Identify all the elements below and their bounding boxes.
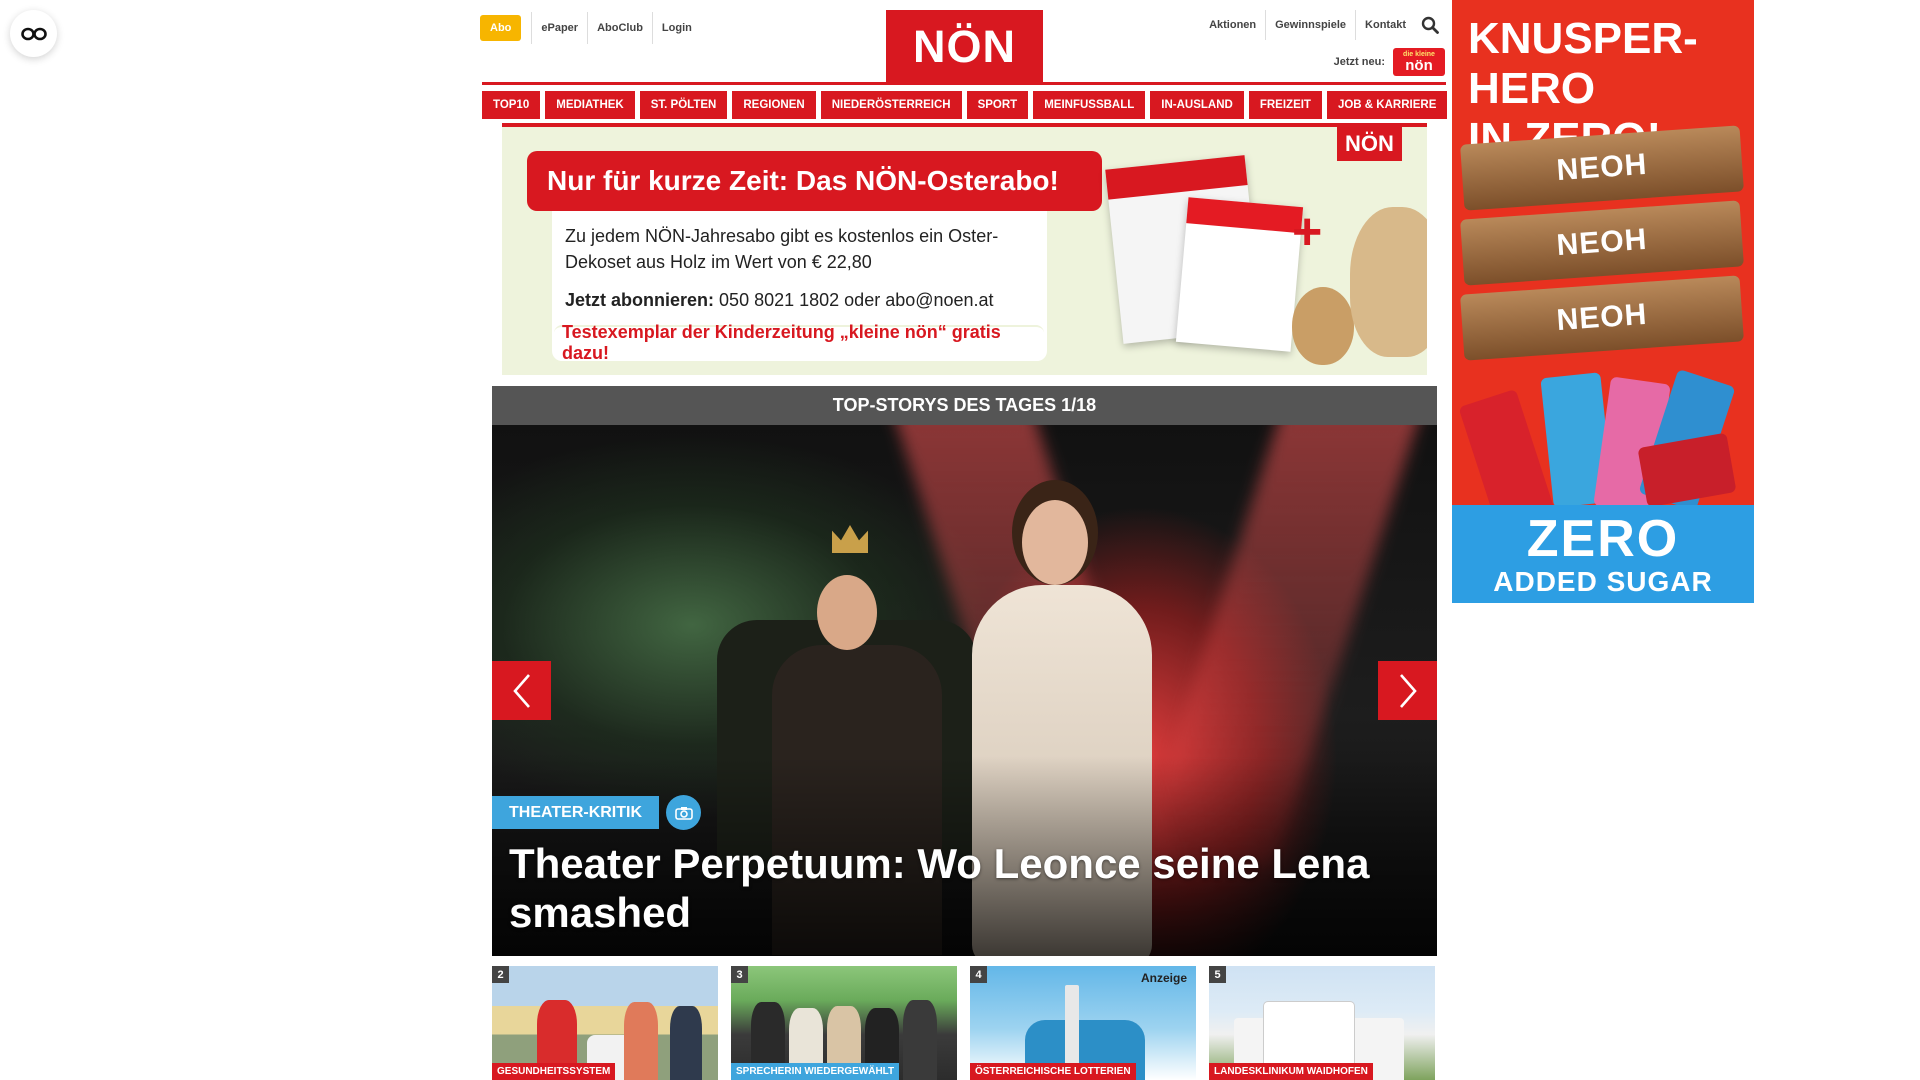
osterabo-promo-banner[interactable]: Nur für kurze Zeit: Das NÖN-Osterabo! Zu… <box>502 123 1427 375</box>
nav-niederoesterreich[interactable]: NIEDERÖSTERREICH <box>820 91 962 119</box>
nav-freizeit[interactable]: FREIZEIT <box>1248 91 1322 119</box>
promo-footer: Testexemplar der Kinderzeitung „kleine n… <box>554 322 1044 363</box>
thumb-person <box>670 1006 702 1080</box>
gewinnspiele-link[interactable]: Gewinnspiele <box>1265 10 1355 40</box>
promo-plus: + <box>1292 203 1323 261</box>
nav-in-ausland[interactable]: IN-AUSLAND <box>1150 91 1244 119</box>
aktionen-link[interactable]: Aktionen <box>1200 10 1265 40</box>
promo-logo: NÖN <box>1337 127 1402 161</box>
neoh-bar: NEOH <box>1460 200 1744 286</box>
thumb-category: LANDESKLINIKUM WAIDHOFEN <box>1209 1063 1373 1080</box>
thumb-number: 5 <box>1209 966 1226 983</box>
nav-meinfussball[interactable]: MEINFUSSBALL <box>1033 91 1146 119</box>
slider-next-button[interactable] <box>1378 661 1437 720</box>
chevron-left-icon <box>512 673 530 708</box>
thumb-person <box>624 1002 658 1080</box>
hero-headline[interactable]: Theater Perpetuum: Wo Leonce seine Lena … <box>509 839 1424 937</box>
story-thumb[interactable]: 5 LANDESKLINIKUM WAIDHOFEN <box>1209 966 1435 1080</box>
hero-actress-head <box>1022 500 1088 585</box>
site-header: Abo ePaper AboClub Login NÖN Aktionen Ge… <box>480 10 1445 83</box>
hero-actor-head <box>817 575 877 650</box>
chevron-right-icon <box>1399 673 1417 708</box>
main-navigation: TOP10 MEDIATHEK ST. PÖLTEN REGIONEN NIED… <box>482 91 1448 119</box>
thumb-number: 4 <box>970 966 987 983</box>
hero-story[interactable]: THEATER-KRITIK Theater Perpetuum: Wo Leo… <box>492 425 1437 956</box>
promo-cta-contact: 050 8021 1802 oder abo@noen.at <box>719 290 994 310</box>
thumb-number: 2 <box>492 966 509 983</box>
story-thumb[interactable]: 3 SPRECHERIN WIEDERGEWÄHLT <box>731 966 957 1080</box>
header-right-links: Aktionen Gewinnspiele Kontakt <box>1200 10 1445 40</box>
thumb-category: SPRECHERIN WIEDERGEWÄHLT <box>731 1063 900 1080</box>
ad-sugar-label: ADDED SUGAR <box>1493 566 1713 597</box>
promo-headline: Nur für kurze Zeit: Das NÖN-Osterabo! <box>527 151 1102 211</box>
kleine-noen-big: nön <box>1405 57 1433 74</box>
neoh-bar-label: NEOH <box>1555 297 1649 338</box>
wooden-egg-image <box>1292 287 1354 365</box>
slider-prev-button[interactable] <box>492 661 551 720</box>
neoh-packs <box>1452 368 1754 532</box>
aboclub-link[interactable]: AboClub <box>587 12 652 44</box>
wooden-bunny-image <box>1350 207 1427 357</box>
neoh-bar-label: NEOH <box>1555 147 1649 188</box>
promo-cta-bold: Jetzt abonnieren: <box>565 290 715 310</box>
nav-st-poelten[interactable]: ST. PÖLTEN <box>639 91 728 119</box>
neoh-advertisement[interactable]: KNUSPER-HERO IN ZERO! NEOH NEOH NEOH ZER… <box>1452 0 1754 603</box>
site-logo[interactable]: NÖN <box>886 10 1043 83</box>
nav-top10[interactable]: TOP10 <box>482 91 541 119</box>
camera-icon <box>674 806 693 820</box>
nav-mediathek[interactable]: MEDIATHEK <box>545 91 635 119</box>
gallery-badge <box>666 795 701 830</box>
neoh-bar-label: NEOH <box>1555 222 1649 263</box>
epaper-link[interactable]: ePaper <box>531 12 587 44</box>
login-link[interactable]: Login <box>651 12 701 44</box>
promo-body: Zu jedem NÖN-Jahresabo gibt es kostenlos… <box>565 226 999 272</box>
neoh-bar: NEOH <box>1460 275 1744 361</box>
kontakt-link[interactable]: Kontakt <box>1355 10 1415 40</box>
kleine-noen-logo[interactable]: die kleine nön <box>1393 48 1445 76</box>
thumb-category: GESUNDHEITSSYSTEM <box>492 1063 616 1080</box>
nav-sport[interactable]: SPORT <box>966 91 1029 119</box>
top-stories-slider: TOP-STORYS DES TAGES 1/18 THEATER-KRITIK… <box>492 386 1437 956</box>
page: Abo ePaper AboClub Login NÖN Aktionen Ge… <box>0 0 1920 1080</box>
jetzt-neu: Jetzt neu: die kleine nön <box>1334 48 1445 76</box>
hero-category-tag[interactable]: THEATER-KRITIK <box>492 796 660 829</box>
thumb-category: ÖSTERREICHISCHE LOTTERIEN <box>970 1063 1136 1080</box>
thumb-number: 3 <box>731 966 748 983</box>
accessibility-button[interactable] <box>10 10 57 57</box>
search-button[interactable] <box>1415 10 1445 40</box>
promo-cta: Jetzt abonnieren: 050 8021 1802 oder abo… <box>565 290 994 311</box>
accessibility-glasses-icon <box>20 27 47 40</box>
header-left-links: Abo ePaper AboClub Login <box>480 12 701 44</box>
header-divider <box>482 82 1446 85</box>
abo-button[interactable]: Abo <box>480 15 522 41</box>
ad-headline-line1: KNUSPER-HERO <box>1468 14 1698 113</box>
search-icon <box>1421 16 1439 34</box>
thumb-person <box>903 1000 937 1080</box>
story-thumbnails: 2 GESUNDHEITSSYSTEM 3 SPRECHERIN WIEDERG… <box>492 966 1437 1080</box>
nav-job-karriere[interactable]: JOB & KARRIERE <box>1326 91 1448 119</box>
nav-regionen[interactable]: REGIONEN <box>732 91 816 119</box>
kids-newspaper-image <box>1175 197 1304 352</box>
top-stories-title: TOP-STORYS DES TAGES 1/18 <box>492 386 1437 425</box>
jetzt-neu-label: Jetzt neu: <box>1333 56 1385 68</box>
story-thumb[interactable]: 4 Anzeige ÖSTERREICHISCHE LOTTERIEN <box>970 966 1196 1080</box>
story-thumb[interactable]: 2 GESUNDHEITSSYSTEM <box>492 966 718 1080</box>
thumb-ad-label: Anzeige <box>1140 971 1187 985</box>
ad-zero-label: ZERO <box>1526 510 1680 568</box>
ad-footer: ZERO ADDED SUGAR <box>1452 505 1754 603</box>
